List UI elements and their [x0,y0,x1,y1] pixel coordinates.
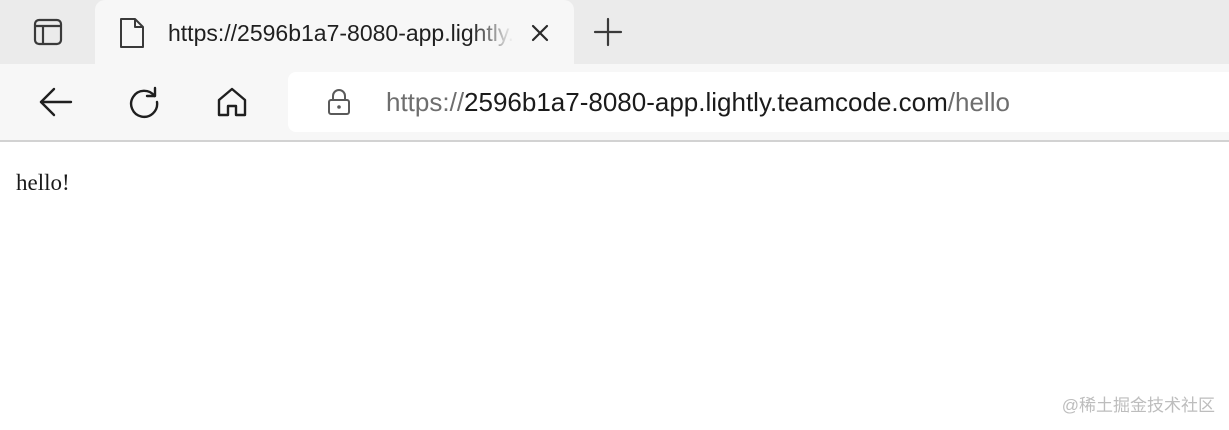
tab-actions-button[interactable] [18,12,78,52]
tab-title: https://2596b1a7-8080-app.lightly.teamco… [168,20,513,46]
plus-icon [593,17,623,47]
browser-window: https://2596b1a7-8080-app.lightly.teamco… [0,0,1229,430]
page-body-text: hello! [16,170,70,195]
url-scheme: https:// [386,87,465,117]
tab-actions-icon [33,18,63,46]
address-bar[interactable]: https://2596b1a7-8080-app.lightly.teamco… [288,72,1229,132]
new-tab-button[interactable] [588,12,628,52]
navigation-toolbar: https://2596b1a7-8080-app.lightly.teamco… [0,64,1229,142]
tab-active[interactable]: https://2596b1a7-8080-app.lightly.teamco… [95,0,574,64]
url-host: 2596b1a7-8080-app.lightly.teamcode.com [464,87,948,117]
home-button[interactable] [212,82,252,122]
lock-icon[interactable] [326,88,352,116]
tab-strip: https://2596b1a7-8080-app.lightly.teamco… [0,0,1229,64]
back-button[interactable] [36,82,76,122]
watermark: @稀土掘金技术社区 [1061,396,1215,415]
file-icon [117,17,147,49]
refresh-icon [127,85,161,119]
refresh-button[interactable] [124,82,164,122]
url-path: /hello [947,87,1010,117]
url-text[interactable]: https://2596b1a7-8080-app.lightly.teamco… [386,84,1010,120]
home-icon [215,85,249,119]
arrow-left-icon [38,87,74,117]
close-icon[interactable] [527,20,553,46]
page-content: hello! @稀土掘金技术社区 [0,142,1229,430]
